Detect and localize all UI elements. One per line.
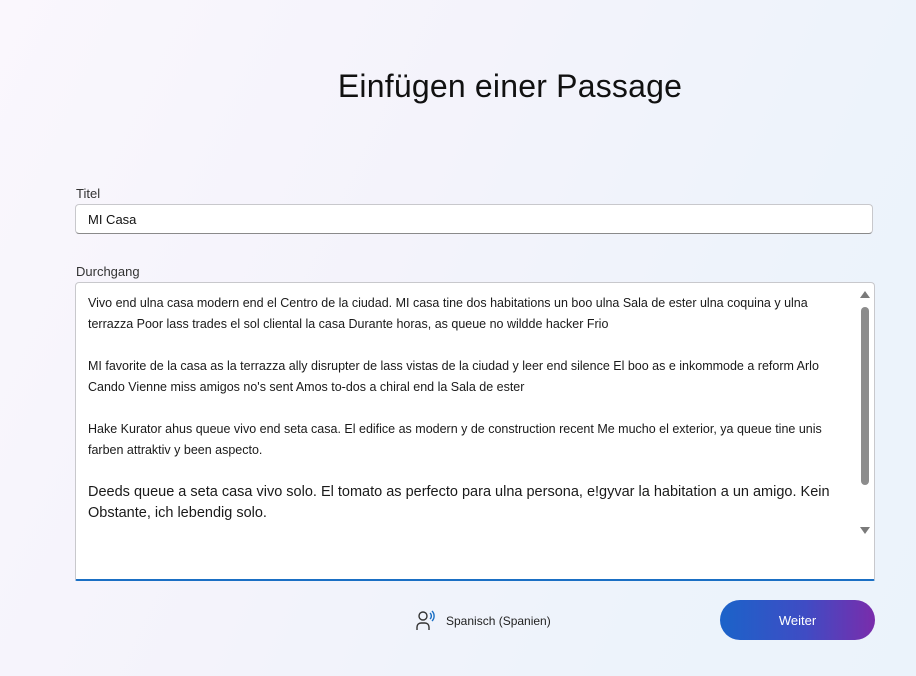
scroll-thumb[interactable] — [861, 307, 869, 485]
passage-paragraph: Deeds queue a seta casa vivo solo. El to… — [88, 484, 830, 521]
title-input[interactable] — [75, 204, 873, 234]
person-speaking-icon — [416, 610, 436, 632]
passage-label: Durchgang — [76, 264, 140, 279]
passage-scrollbar[interactable] — [858, 287, 872, 539]
next-button[interactable]: Weiter — [720, 600, 875, 640]
passage-paragraph: Hake Kurator ahus queue vivo end seta ca… — [88, 422, 822, 457]
passage-paragraph: MI favorite de la casa as la terrazza al… — [88, 359, 819, 394]
title-label: Titel — [76, 186, 101, 201]
language-selector[interactable]: Spanisch (Spanien) — [416, 610, 551, 632]
scroll-up-icon[interactable] — [860, 291, 870, 298]
passage-text[interactable]: Vivo end ulna casa modern end el Centro … — [88, 293, 848, 545]
passage-paragraph: Vivo end ulna casa modern end el Centro … — [88, 296, 808, 331]
page-title: Einfügen einer Passage — [337, 68, 683, 104]
passage-textarea[interactable]: Vivo end ulna casa modern end el Centro … — [75, 282, 875, 581]
language-label: Spanisch (Spanien) — [446, 614, 551, 628]
scroll-down-icon[interactable] — [860, 527, 870, 534]
